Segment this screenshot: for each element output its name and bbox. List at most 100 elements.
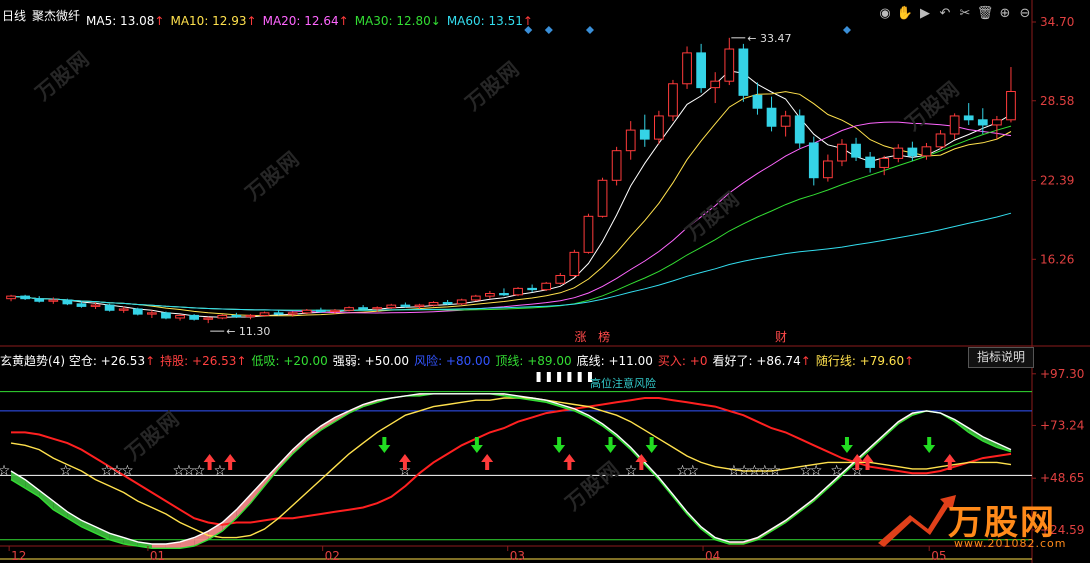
- candle-body[interactable]: [808, 142, 819, 179]
- candle-body[interactable]: [76, 303, 87, 307]
- candle-body[interactable]: [1006, 90, 1016, 121]
- ma-legend-item-0: MA5: 13.08↑: [86, 14, 165, 28]
- candle-body[interactable]: [330, 309, 340, 313]
- trash-icon[interactable]: 🗑: [976, 5, 994, 23]
- candle-body[interactable]: [611, 150, 622, 181]
- indicator-legend-item-3: 强弱: +50.00: [332, 354, 410, 368]
- candle-body[interactable]: [780, 115, 791, 127]
- ma-legend-item-2: MA20: 12.64↑: [262, 14, 349, 28]
- overheat-bar: [567, 372, 572, 382]
- candle-body[interactable]: [470, 295, 481, 301]
- candle-body[interactable]: [358, 307, 368, 310]
- scissors-icon[interactable]: ✂: [956, 5, 974, 23]
- candle-body[interactable]: [794, 115, 805, 144]
- candle-body[interactable]: [301, 309, 312, 314]
- candle-body[interactable]: [541, 282, 552, 291]
- candle-body[interactable]: [639, 129, 650, 140]
- stock-name: 聚杰微纤: [32, 9, 81, 23]
- ma-line-ma5: [10, 70, 1012, 318]
- candle-body[interactable]: [597, 179, 608, 217]
- candle-body[interactable]: [118, 308, 129, 311]
- event-badge-bang[interactable]: 榜: [598, 329, 610, 344]
- candle-body[interactable]: [738, 48, 749, 96]
- candle-body[interactable]: [766, 107, 777, 127]
- candle-body[interactable]: [935, 133, 946, 148]
- candle-body[interactable]: [879, 157, 890, 168]
- candle-body[interactable]: [414, 304, 425, 307]
- candle-body[interactable]: [823, 160, 833, 179]
- risk-annotation: 高位注意风险: [590, 376, 656, 390]
- candle-body[interactable]: [287, 312, 298, 315]
- candle-body[interactable]: [963, 115, 974, 121]
- candle-body[interactable]: [34, 298, 45, 302]
- indicator-legend-item-5: 顶线: +89.00: [495, 354, 572, 368]
- candle-body[interactable]: [527, 287, 537, 291]
- candle-body[interactable]: [104, 304, 115, 311]
- candle-body[interactable]: [175, 314, 185, 319]
- candle-body[interactable]: [273, 312, 284, 315]
- candle-body[interactable]: [752, 94, 763, 109]
- candle-body[interactable]: [555, 275, 566, 284]
- indicator-legend-item-6: 底线: +11.00: [576, 354, 653, 368]
- candle-body[interactable]: [851, 143, 861, 158]
- candle-body[interactable]: [20, 295, 30, 300]
- candle-body[interactable]: [865, 156, 875, 168]
- candle-body[interactable]: [245, 314, 256, 318]
- candle-body[interactable]: [189, 314, 199, 320]
- candle-body[interactable]: [372, 307, 383, 310]
- candle-body[interactable]: [569, 251, 580, 277]
- candle-body[interactable]: [400, 304, 411, 307]
- candle-body[interactable]: [147, 312, 157, 315]
- event-badge-cai[interactable]: 财: [775, 330, 787, 344]
- candle-body[interactable]: [682, 52, 692, 85]
- candle-body[interactable]: [316, 309, 326, 313]
- undo-icon[interactable]: ↶: [936, 5, 954, 23]
- candle-body[interactable]: [907, 147, 918, 157]
- hand-icon[interactable]: ✋: [896, 5, 914, 23]
- candle-body[interactable]: [442, 302, 453, 305]
- candle-body[interactable]: [203, 317, 214, 320]
- candle-body[interactable]: [90, 304, 101, 307]
- candle-body[interactable]: [132, 308, 143, 315]
- candle-body[interactable]: [386, 304, 397, 309]
- candle-body[interactable]: [977, 119, 988, 126]
- candle-body[interactable]: [485, 293, 495, 297]
- play-icon[interactable]: ▶: [916, 5, 934, 23]
- candle-body[interactable]: [696, 52, 706, 89]
- candle-body[interactable]: [949, 115, 960, 135]
- sell-arrow-icon: [378, 437, 391, 453]
- indicator-help-button[interactable]: 指标说明: [968, 347, 1034, 368]
- candle-body[interactable]: [259, 312, 270, 316]
- candle-body[interactable]: [62, 299, 73, 305]
- candle-body[interactable]: [724, 48, 735, 82]
- candle-body[interactable]: [48, 299, 59, 302]
- candle-body[interactable]: [6, 295, 16, 300]
- candle-body[interactable]: [428, 302, 439, 306]
- candle-body[interactable]: [668, 83, 678, 117]
- indicator-legend-item-9: 随行线: +79.60↑: [815, 354, 915, 368]
- candle-body[interactable]: [654, 115, 664, 140]
- candle-body[interactable]: [231, 314, 242, 318]
- star-signal-icon: ☆: [193, 463, 206, 479]
- candle-body[interactable]: [893, 147, 904, 159]
- candle-body[interactable]: [992, 119, 1002, 126]
- indicator-header: 玄黄趋势(4) 空仓: +26.53↑ 持股: +26.53↑ 低吸: +20.00…: [0, 348, 1090, 368]
- chart-canvas[interactable]: 34.7028.5822.3916.26← 33.47← 11.30 涨榜财+97…: [0, 0, 1090, 563]
- event-badge-zhang[interactable]: 涨: [575, 329, 587, 344]
- candle-body[interactable]: [625, 129, 636, 152]
- candle-body[interactable]: [217, 314, 228, 319]
- period-label[interactable]: 日线: [2, 7, 26, 24]
- eye-icon[interactable]: ◉: [876, 5, 894, 23]
- candle-body[interactable]: [837, 143, 847, 162]
- zoom-in-icon[interactable]: ⊕: [996, 5, 1014, 23]
- candle-body[interactable]: [513, 287, 523, 296]
- candle-body[interactable]: [456, 299, 467, 305]
- star-signal-icon: ☆: [214, 463, 227, 479]
- candle-body[interactable]: [161, 312, 171, 319]
- zoom-out-icon[interactable]: ⊖: [1016, 5, 1034, 23]
- candle-body[interactable]: [499, 293, 509, 296]
- candle-body[interactable]: [710, 80, 721, 89]
- candle-body[interactable]: [583, 215, 594, 253]
- candle-body[interactable]: [344, 307, 354, 311]
- candle-body[interactable]: [921, 146, 932, 157]
